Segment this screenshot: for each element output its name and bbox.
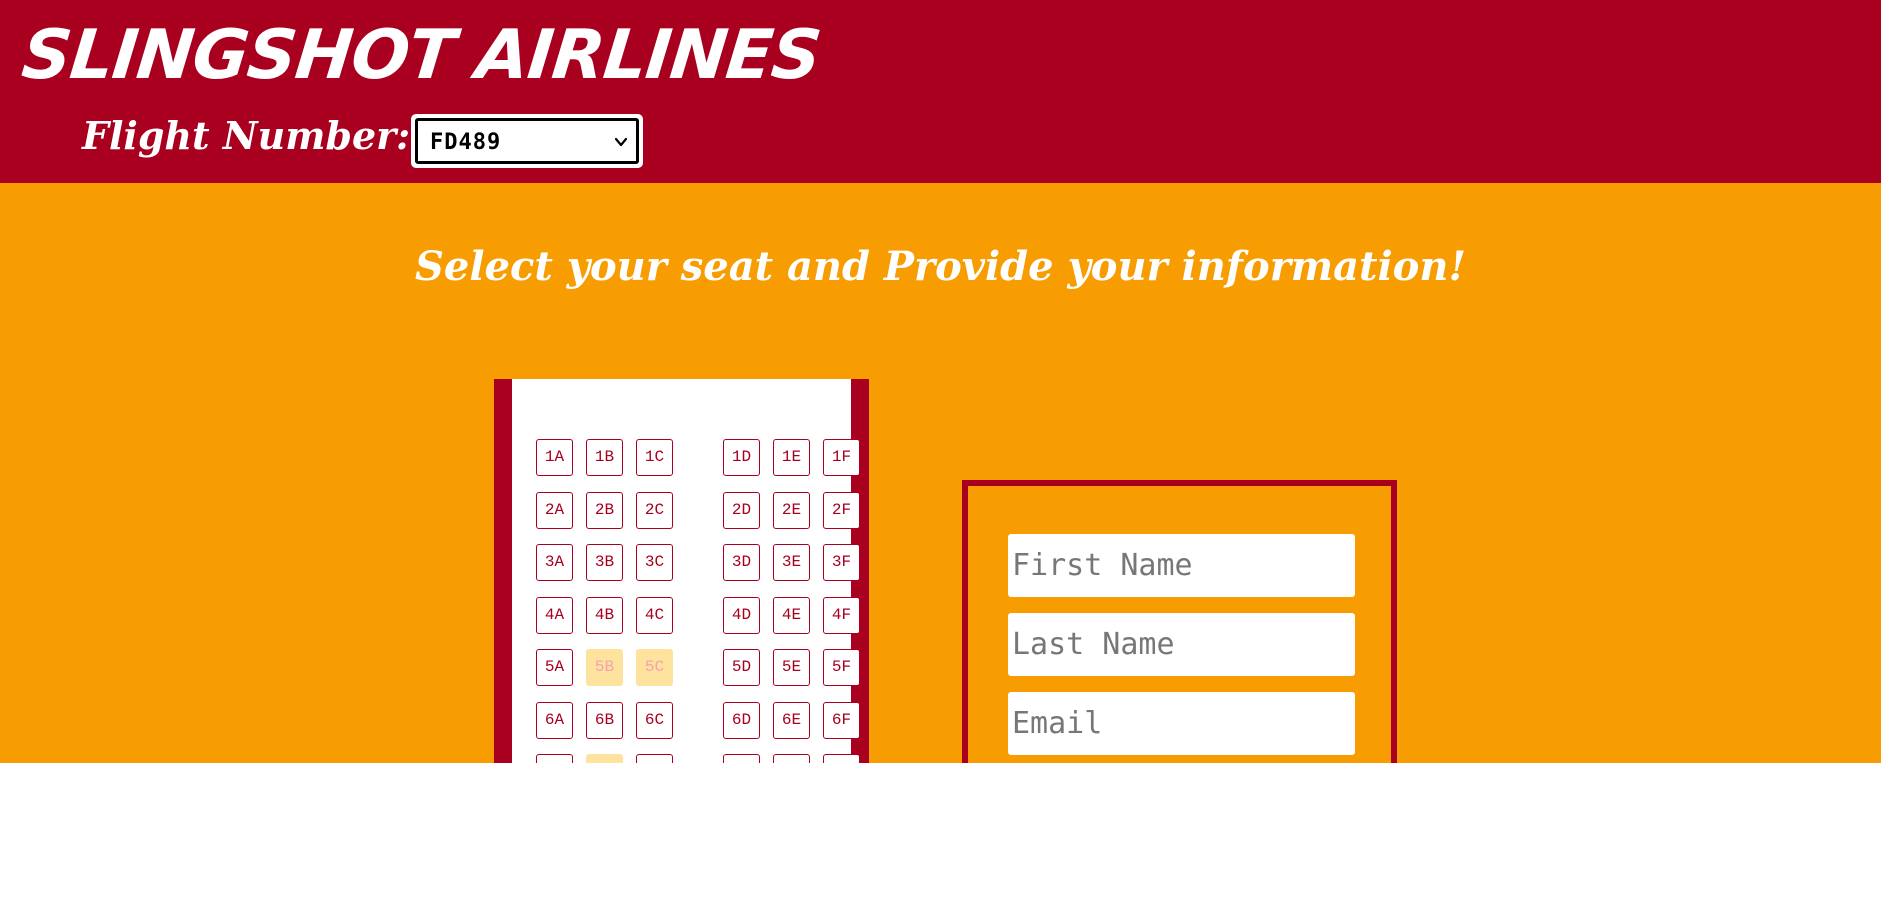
seat-button[interactable]: 3C <box>636 544 673 581</box>
seat-map: 1A 1B 1C 1D 1E 1F 2A 2B 2C 2D 2E 2F 3A 3B 3C 3D 3E 3F 4A 4B… <box>494 379 869 763</box>
seat-button[interactable]: 1D <box>723 439 760 476</box>
seat-button[interactable]: 1E <box>773 439 810 476</box>
first-name-input[interactable] <box>1008 534 1355 597</box>
flight-number-select-box[interactable]: FD489 <box>415 118 639 164</box>
seat-button[interactable]: 3D <box>723 544 760 581</box>
seat-button[interactable]: 2E <box>773 492 810 529</box>
seat-button[interactable]: 6D <box>723 702 760 739</box>
last-name-input[interactable] <box>1008 613 1355 676</box>
seat-button[interactable] <box>536 754 573 763</box>
seat-button[interactable] <box>636 754 673 763</box>
passenger-info-form <box>962 480 1397 763</box>
seat-button[interactable]: 6E <box>773 702 810 739</box>
flight-number-label: Flight Number: <box>82 113 411 158</box>
seat-button[interactable]: 1B <box>586 439 623 476</box>
flight-number-select[interactable]: FD489 <box>411 114 643 168</box>
seat-button[interactable]: 4F <box>823 597 860 634</box>
seat-button[interactable]: 5E <box>773 649 810 686</box>
chevron-down-icon <box>614 137 628 147</box>
seat-button[interactable]: 6A <box>536 702 573 739</box>
seat-button[interactable]: 3A <box>536 544 573 581</box>
page-heading: Select your seat and Provide your inform… <box>414 243 1466 290</box>
seat-button[interactable]: 2B <box>586 492 623 529</box>
seat-button[interactable]: 4A <box>536 597 573 634</box>
seat-button[interactable]: 4C <box>636 597 673 634</box>
seat-button[interactable]: 5A <box>536 649 573 686</box>
seat-button[interactable]: 6F <box>823 702 860 739</box>
seat-button: 5C <box>636 649 673 686</box>
seat-button[interactable]: 1A <box>536 439 573 476</box>
seat-button[interactable]: 2F <box>823 492 860 529</box>
seat-button[interactable]: 5D <box>723 649 760 686</box>
seat-button[interactable]: 2C <box>636 492 673 529</box>
seat-button[interactable] <box>773 754 810 763</box>
main-content: Select your seat and Provide your inform… <box>0 183 1881 763</box>
seat-button[interactable]: 4B <box>586 597 623 634</box>
seat-button[interactable] <box>723 754 760 763</box>
seat-button[interactable]: 5F <box>823 649 860 686</box>
brand-logo: SLINGSHOT AIRLINES <box>18 16 824 95</box>
seat-button[interactable]: 2A <box>536 492 573 529</box>
seat-button[interactable]: 1F <box>823 439 860 476</box>
seat-button: 5B <box>586 649 623 686</box>
seat-button[interactable] <box>823 754 860 763</box>
seat-button[interactable]: 4D <box>723 597 760 634</box>
seat-button[interactable]: 4E <box>773 597 810 634</box>
site-header: SLINGSHOT AIRLINES Flight Number: FD489 <box>0 0 1881 183</box>
email-input[interactable] <box>1008 692 1355 755</box>
seat-button[interactable]: 3B <box>586 544 623 581</box>
seat-button[interactable]: 6B <box>586 702 623 739</box>
seat-button[interactable]: 1C <box>636 439 673 476</box>
seat-button[interactable]: 2D <box>723 492 760 529</box>
seat-button[interactable]: 3E <box>773 544 810 581</box>
seat-button[interactable]: 6C <box>636 702 673 739</box>
seat-button <box>586 754 623 763</box>
flight-number-value: FD489 <box>430 130 502 155</box>
seat-button[interactable]: 3F <box>823 544 860 581</box>
